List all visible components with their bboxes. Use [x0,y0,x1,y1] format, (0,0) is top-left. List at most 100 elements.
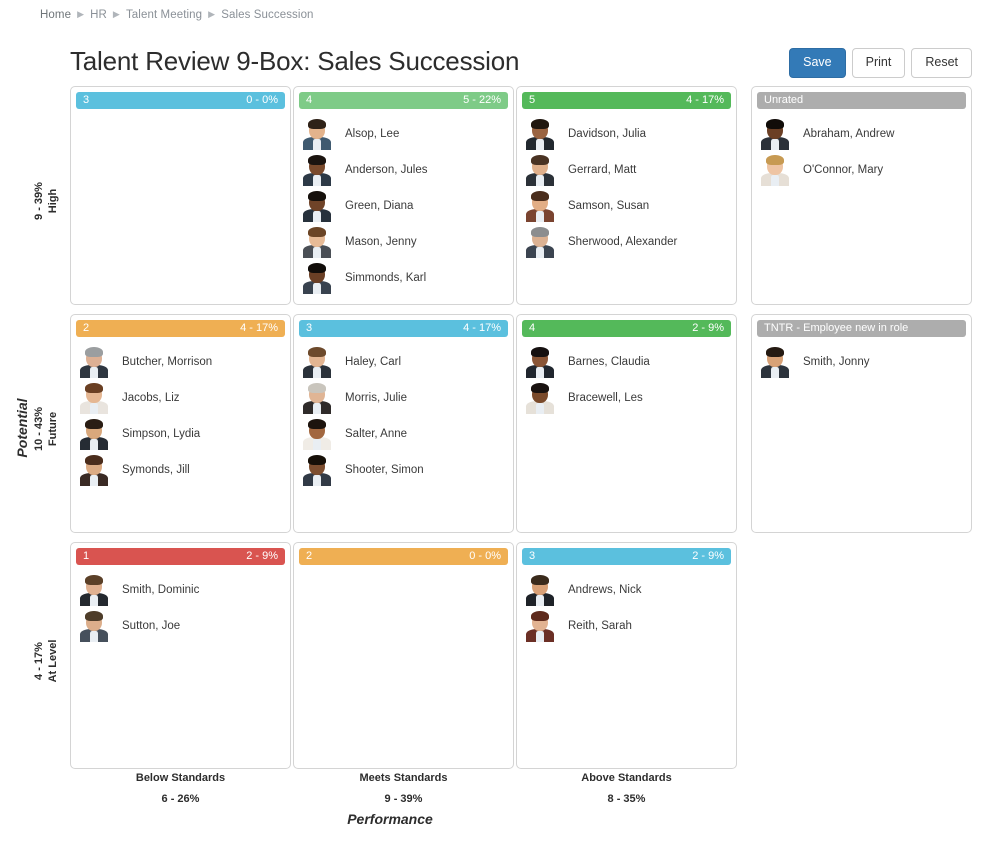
person-card[interactable]: Mason, Jenny [299,224,508,260]
person-card[interactable]: Morris, Julie [299,380,508,416]
avatar [302,154,332,186]
person-name: Gerrard, Matt [568,164,637,176]
toolbar: Save Print Reset [789,48,972,78]
y-axis-row-label-future: 10 - 43% Future [33,359,59,499]
axis-y-title: Potential [14,398,30,458]
person-card[interactable]: Abraham, Andrew [757,116,966,152]
person-card[interactable]: Symonds, Jill [76,452,285,488]
avatar [302,418,332,450]
person-card[interactable]: O'Connor, Mary [757,152,966,188]
x-axis-col-name: Above Standards [581,772,672,784]
avatar [79,454,109,486]
side-panel-unrated[interactable]: Unrated Abraham, Andrew O'Connor, Mary [751,86,972,305]
person-name: Simpson, Lydia [122,428,201,440]
y-axis-row-label-high: 9 - 39% High [33,131,59,271]
y-axis-row-name: High [47,188,59,213]
person-name: Reith, Sarah [568,620,632,632]
person-card[interactable]: Anderson, Jules [299,152,508,188]
person-card[interactable]: Sutton, Joe [76,608,285,644]
person-name: Sherwood, Alexander [568,236,678,248]
nine-box-cell[interactable]: 2 0 - 0% [293,542,514,769]
avatar [79,346,109,378]
cell-count-label: 2 - 9% [246,550,278,562]
nine-box-cell-body[interactable]: Andrews, Nick Reith, Sarah [522,565,731,644]
nine-box-cell-header: 1 2 - 9% [76,548,285,565]
cell-rating-label: 3 [529,550,536,562]
breadcrumb: Home ▶ HR ▶ Talent Meeting ▶ Sales Succession [40,9,314,21]
nine-box-cell-body[interactable]: Barnes, Claudia Bracewell, Les [522,337,731,416]
nine-box-cell[interactable]: 4 2 - 9% Barnes, Claudia Bracewell, Les [516,314,737,533]
nine-box-cell[interactable]: 4 5 - 22% Alsop, Lee Anderson, Jules Green, … [293,86,514,305]
nine-box-cell-body[interactable]: Butcher, Morrison Jacobs, Liz Simpson, Lyd… [76,337,285,488]
breadcrumb-separator-icon: ▶ [208,9,216,19]
page-title: Talent Review 9-Box: Sales Succession [70,46,520,76]
person-card[interactable]: Simpson, Lydia [76,416,285,452]
person-card[interactable]: Smith, Dominic [76,572,285,608]
breadcrumb-item-home[interactable]: Home [40,9,71,21]
person-card[interactable]: Alsop, Lee [299,116,508,152]
nine-box-cell[interactable]: 2 4 - 17% Butcher, Morrison Jacobs, Liz Simp… [70,314,291,533]
breadcrumb-item-talent-meeting[interactable]: Talent Meeting [126,9,202,21]
nine-box-cell[interactable]: 5 4 - 17% Davidson, Julia Gerrard, Matt Sams… [516,86,737,305]
nine-box-cell[interactable]: 3 0 - 0% [70,86,291,305]
person-name: Shooter, Simon [345,464,424,476]
nine-box-cell[interactable]: 3 4 - 17% Haley, Carl Morris, Julie Salter, … [293,314,514,533]
cell-count-label: 2 - 9% [692,322,724,334]
side-panel-body[interactable]: Smith, Jonny [757,337,966,380]
nine-box-cell-header: 3 4 - 17% [299,320,508,337]
nine-box-cell-body[interactable] [299,565,508,572]
side-panel-body[interactable]: Abraham, Andrew O'Connor, Mary [757,109,966,188]
cell-count-label: 5 - 22% [463,94,501,106]
person-name: Symonds, Jill [122,464,190,476]
person-name: Salter, Anne [345,428,408,440]
nine-box-cell-body[interactable] [76,109,285,116]
person-card[interactable]: Davidson, Julia [522,116,731,152]
person-name: O'Connor, Mary [803,164,884,176]
print-button[interactable]: Print [851,48,906,78]
breadcrumb-item-sales-succession: Sales Succession [221,9,314,21]
person-card[interactable]: Salter, Anne [299,416,508,452]
reset-button[interactable]: Reset [911,48,972,78]
avatar [525,190,555,222]
avatar [525,226,555,258]
person-name: Smith, Dominic [122,584,200,596]
side-panel-title: Unrated [757,92,966,109]
nine-box-cell-body[interactable]: Smith, Dominic Sutton, Joe [76,565,285,644]
y-axis-row-pct: 4 - 17% [33,641,45,680]
side-panel-tntr[interactable]: TNTR - Employee new in role Smith, Jonny [751,314,972,533]
nine-box-cell-body[interactable]: Davidson, Julia Gerrard, Matt Samson, Susa… [522,109,731,260]
person-card[interactable]: Green, Diana [299,188,508,224]
person-card[interactable]: Jacobs, Liz [76,380,285,416]
nine-box-cell-body[interactable]: Haley, Carl Morris, Julie Salter, Anne Shoo… [299,337,508,488]
person-card[interactable]: Bracewell, Les [522,380,731,416]
person-card[interactable]: Reith, Sarah [522,608,731,644]
breadcrumb-item-hr[interactable]: HR [90,9,107,21]
nine-box-cell[interactable]: 3 2 - 9% Andrews, Nick Reith, Sarah [516,542,737,769]
person-card[interactable]: Haley, Carl [299,344,508,380]
nine-box-cell[interactable]: 1 2 - 9% Smith, Dominic Sutton, Joe [70,542,291,769]
person-card[interactable]: Gerrard, Matt [522,152,731,188]
person-card[interactable]: Butcher, Morrison [76,344,285,380]
avatar [302,226,332,258]
person-card[interactable]: Smith, Jonny [757,344,966,380]
save-button[interactable]: Save [789,48,846,78]
person-name: Samson, Susan [568,200,650,212]
avatar [79,610,109,642]
person-card[interactable]: Shooter, Simon [299,452,508,488]
person-name: Haley, Carl [345,356,402,368]
person-name: Mason, Jenny [345,236,417,248]
cell-rating-label: 5 [529,94,536,106]
person-card[interactable]: Samson, Susan [522,188,731,224]
cell-count-label: 0 - 0% [246,94,278,106]
person-card[interactable]: Sherwood, Alexander [522,224,731,260]
person-card[interactable]: Barnes, Claudia [522,344,731,380]
avatar [760,118,790,150]
avatar [760,154,790,186]
nine-box-cell-header: 3 0 - 0% [76,92,285,109]
avatar [760,346,790,378]
avatar [525,610,555,642]
person-card[interactable]: Andrews, Nick [522,572,731,608]
person-card[interactable]: Simmonds, Karl [299,260,508,296]
nine-box-cell-body[interactable]: Alsop, Lee Anderson, Jules Green, Diana Mas… [299,109,508,296]
x-axis-col-name: Meets Standards [359,772,448,784]
